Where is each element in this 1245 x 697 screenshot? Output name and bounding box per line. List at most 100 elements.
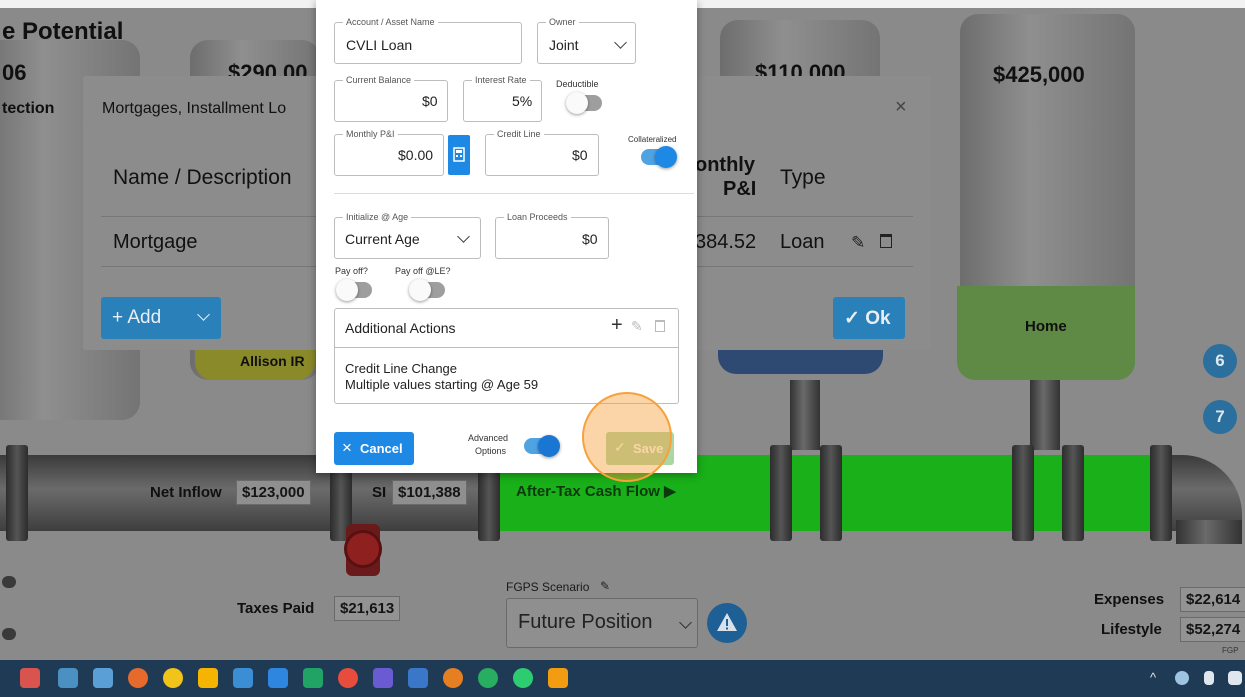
- divider: [335, 347, 678, 348]
- net-inflow-label: Net Inflow: [150, 484, 222, 501]
- calculator-app-icon[interactable]: [58, 668, 78, 688]
- action-line-2[interactable]: Multiple values starting @ Age 59: [345, 377, 538, 392]
- monthly-pi-legend: Monthly P&I: [346, 129, 395, 139]
- account-name-value: CVLI Loan: [346, 37, 413, 53]
- action-line-1[interactable]: Credit Line Change: [345, 361, 457, 376]
- taxes-paid-label: Taxes Paid: [237, 600, 315, 617]
- loan-proceeds-legend: Loan Proceeds: [507, 212, 568, 222]
- taskbar-app-icon[interactable]: [513, 668, 533, 688]
- deductible-label: Deductible: [556, 79, 599, 89]
- side-dot: [2, 576, 16, 588]
- row-name: Mortgage: [113, 231, 198, 253]
- save-button[interactable]: ✓ Save: [606, 432, 674, 465]
- chrome-icon[interactable]: [478, 668, 498, 688]
- credit-line-value: $0: [572, 147, 588, 163]
- pipe-elbow-down: [1176, 520, 1242, 544]
- expenses-value: $22,614: [1180, 587, 1245, 612]
- owner-value: Joint: [549, 37, 579, 53]
- collateralized-toggle[interactable]: [641, 146, 677, 168]
- chevron-up-icon[interactable]: ^: [1150, 670, 1156, 685]
- notification-icon[interactable]: [1228, 671, 1242, 685]
- alert-triangle-icon[interactable]: [707, 603, 747, 643]
- edit-pencil-icon[interactable]: ✎: [600, 579, 610, 593]
- pay-off-le-label: Pay off @LE?: [395, 266, 451, 276]
- pay-off-label: Pay off?: [335, 266, 368, 276]
- account-name-legend: Account / Asset Name: [346, 17, 435, 27]
- pipe-flange: [770, 445, 792, 541]
- pipe-flange: [1150, 445, 1172, 541]
- advanced-options-toggle[interactable]: [524, 435, 560, 457]
- partial-title: e Potential: [2, 18, 124, 45]
- chrome-icon[interactable]: [163, 668, 183, 688]
- edit-action-icon[interactable]: ✎: [631, 318, 643, 335]
- pay-off-le-toggle[interactable]: [409, 279, 445, 301]
- pay-off-toggle[interactable]: [336, 279, 372, 301]
- cancel-label: Cancel: [360, 441, 403, 456]
- edit-icon[interactable]: ✎: [851, 233, 865, 253]
- pipe-flange: [1012, 445, 1034, 541]
- connector-pipe-2: [1030, 380, 1060, 450]
- cloud-icon[interactable]: [1175, 671, 1189, 685]
- ok-button[interactable]: ✓ Ok: [833, 297, 905, 339]
- interest-rate-value: 5%: [512, 93, 533, 109]
- fgps-scenario-label: FGPS Scenario: [506, 580, 590, 594]
- taskbar-app-icon[interactable]: [20, 668, 40, 688]
- calculator-icon: [453, 147, 465, 162]
- folder-icon[interactable]: [198, 668, 218, 688]
- si-value: $101,388: [392, 480, 467, 505]
- step-badge-6[interactable]: 6: [1203, 344, 1237, 378]
- row-monthly: 384.52: [695, 231, 757, 253]
- owner-legend: Owner: [549, 17, 576, 27]
- lifestyle-value: $52,274: [1180, 617, 1245, 642]
- current-balance-legend: Current Balance: [346, 75, 412, 85]
- settings-icon[interactable]: [233, 668, 253, 688]
- taskbar-app-icon[interactable]: [93, 668, 113, 688]
- monthly-pi-value: $0.00: [398, 147, 434, 163]
- battery-icon[interactable]: [1204, 671, 1214, 685]
- add-button[interactable]: + Add: [101, 297, 221, 339]
- trash-icon[interactable]: [880, 234, 892, 248]
- word-icon[interactable]: [268, 668, 288, 688]
- fgp-small-label: FGP: [1222, 646, 1239, 655]
- chevron-down-icon: [197, 308, 210, 321]
- expenses-label: Expenses: [1094, 591, 1165, 608]
- taskbar-app-icon[interactable]: [408, 668, 428, 688]
- valve-wheel-icon[interactable]: [344, 530, 382, 568]
- lifestyle-label: Lifestyle: [1101, 621, 1162, 638]
- column-header-name[interactable]: Name / Description: [113, 166, 292, 190]
- taxes-paid-value: $21,613: [334, 596, 401, 621]
- calculator-button[interactable]: [448, 135, 470, 175]
- close-icon[interactable]: ×: [895, 96, 907, 119]
- pipe-flange: [1062, 445, 1084, 541]
- column-header-monthly[interactable]: onthly: [695, 154, 755, 177]
- taskbar-app-icon[interactable]: [338, 668, 358, 688]
- column-header-type[interactable]: Type: [780, 166, 826, 190]
- firefox-icon[interactable]: [128, 668, 148, 688]
- credit-line-legend: Credit Line: [497, 129, 541, 139]
- save-label: Save: [633, 441, 664, 456]
- partial-protection: tection: [2, 100, 55, 117]
- ok-label: ✓ Ok: [844, 308, 891, 329]
- add-label: + Add: [112, 307, 162, 328]
- check-icon: ✓: [614, 439, 626, 455]
- initialize-age-legend: Initialize @ Age: [346, 212, 409, 222]
- advanced-options-label-2: Options: [475, 446, 507, 456]
- column-header-pi: P&I: [723, 178, 757, 200]
- taskbar-app-icon[interactable]: [548, 668, 568, 688]
- partial-year: 06: [2, 60, 27, 85]
- fgps-scenario-value: Future Position: [518, 611, 653, 633]
- connector-pipe-1: [790, 380, 820, 450]
- add-action-icon[interactable]: +: [611, 314, 623, 337]
- deductible-toggle[interactable]: [566, 92, 602, 114]
- divider: [334, 193, 694, 194]
- cancel-button[interactable]: × Cancel: [334, 432, 414, 465]
- tank-value-3: $425,000: [993, 62, 1085, 87]
- step-badge-7[interactable]: 7: [1203, 400, 1237, 434]
- pipe-flange: [820, 445, 842, 541]
- zoom-icon[interactable]: [373, 668, 393, 688]
- taskbar-app-icon[interactable]: [443, 668, 463, 688]
- excel-icon[interactable]: [303, 668, 323, 688]
- delete-action-icon[interactable]: [655, 320, 665, 332]
- fgps-scenario-select[interactable]: Future Position: [506, 598, 698, 648]
- allison-label: Allison IR: [240, 353, 305, 369]
